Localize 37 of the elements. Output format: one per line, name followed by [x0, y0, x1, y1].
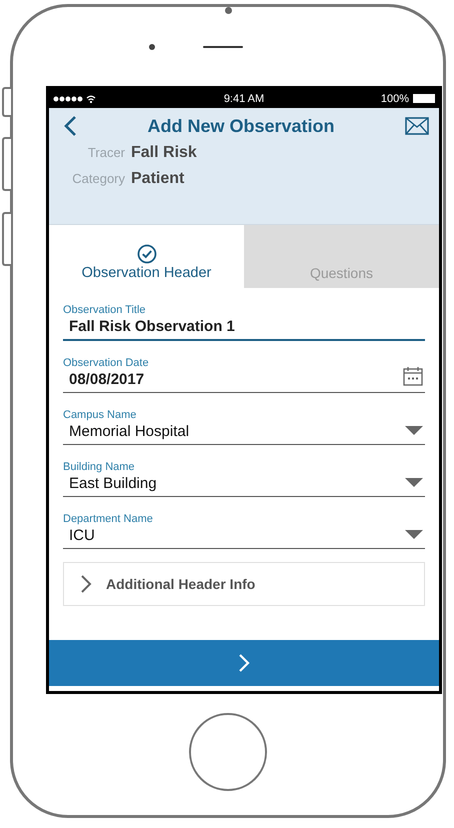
mail-icon[interactable]: [405, 117, 429, 135]
sensor-dot: [224, 7, 232, 14]
field-label: Observation Date: [63, 357, 149, 369]
chevron-icon: [238, 653, 250, 673]
check-circle-icon: [136, 244, 156, 264]
info-value: Patient: [131, 170, 184, 188]
home-button[interactable]: [189, 712, 267, 790]
field-label: Department Name: [63, 513, 153, 525]
chevron-icon: [80, 574, 92, 594]
field-label: Building Name: [63, 461, 136, 473]
back-icon[interactable]: [63, 115, 77, 137]
dropdown-caret-icon[interactable]: [405, 478, 423, 487]
info-value: Fall Risk: [131, 144, 197, 162]
field-value: Fall Risk Observation 1: [68, 318, 235, 335]
calendar-icon[interactable]: [403, 366, 423, 386]
signal-wifi-icon: [53, 94, 97, 104]
form-field[interactable]: Department Name ICU: [63, 504, 425, 549]
field-value: 08/08/2017: [68, 371, 146, 388]
field-value: East Building: [68, 475, 157, 492]
status-time: 9:41 AM: [224, 92, 264, 104]
field-label: Observation Title: [63, 304, 147, 316]
screen-title: Add New Observation: [146, 116, 336, 136]
form-field[interactable]: Observation Date 08/08/2017: [63, 348, 425, 393]
form-field[interactable]: Observation Title Fall Risk Observation 1: [63, 296, 425, 341]
expander-row[interactable]: Additional Header Info: [63, 562, 425, 606]
form-field[interactable]: Building Name East Building: [63, 452, 425, 497]
field-value: Memorial Hospital: [68, 423, 190, 440]
field-value: ICU: [68, 527, 96, 544]
battery-icon: [412, 94, 435, 103]
field-label: Campus Name: [63, 409, 138, 421]
form-field[interactable]: Campus Name Memorial Hospital: [63, 400, 425, 445]
info-label: Tracer: [86, 145, 125, 160]
info-label: Category: [71, 171, 125, 186]
dropdown-caret-icon[interactable]: [405, 426, 423, 435]
camera-dot: [149, 44, 155, 50]
battery-percent: 100%: [380, 92, 409, 104]
dropdown-caret-icon[interactable]: [405, 530, 423, 539]
